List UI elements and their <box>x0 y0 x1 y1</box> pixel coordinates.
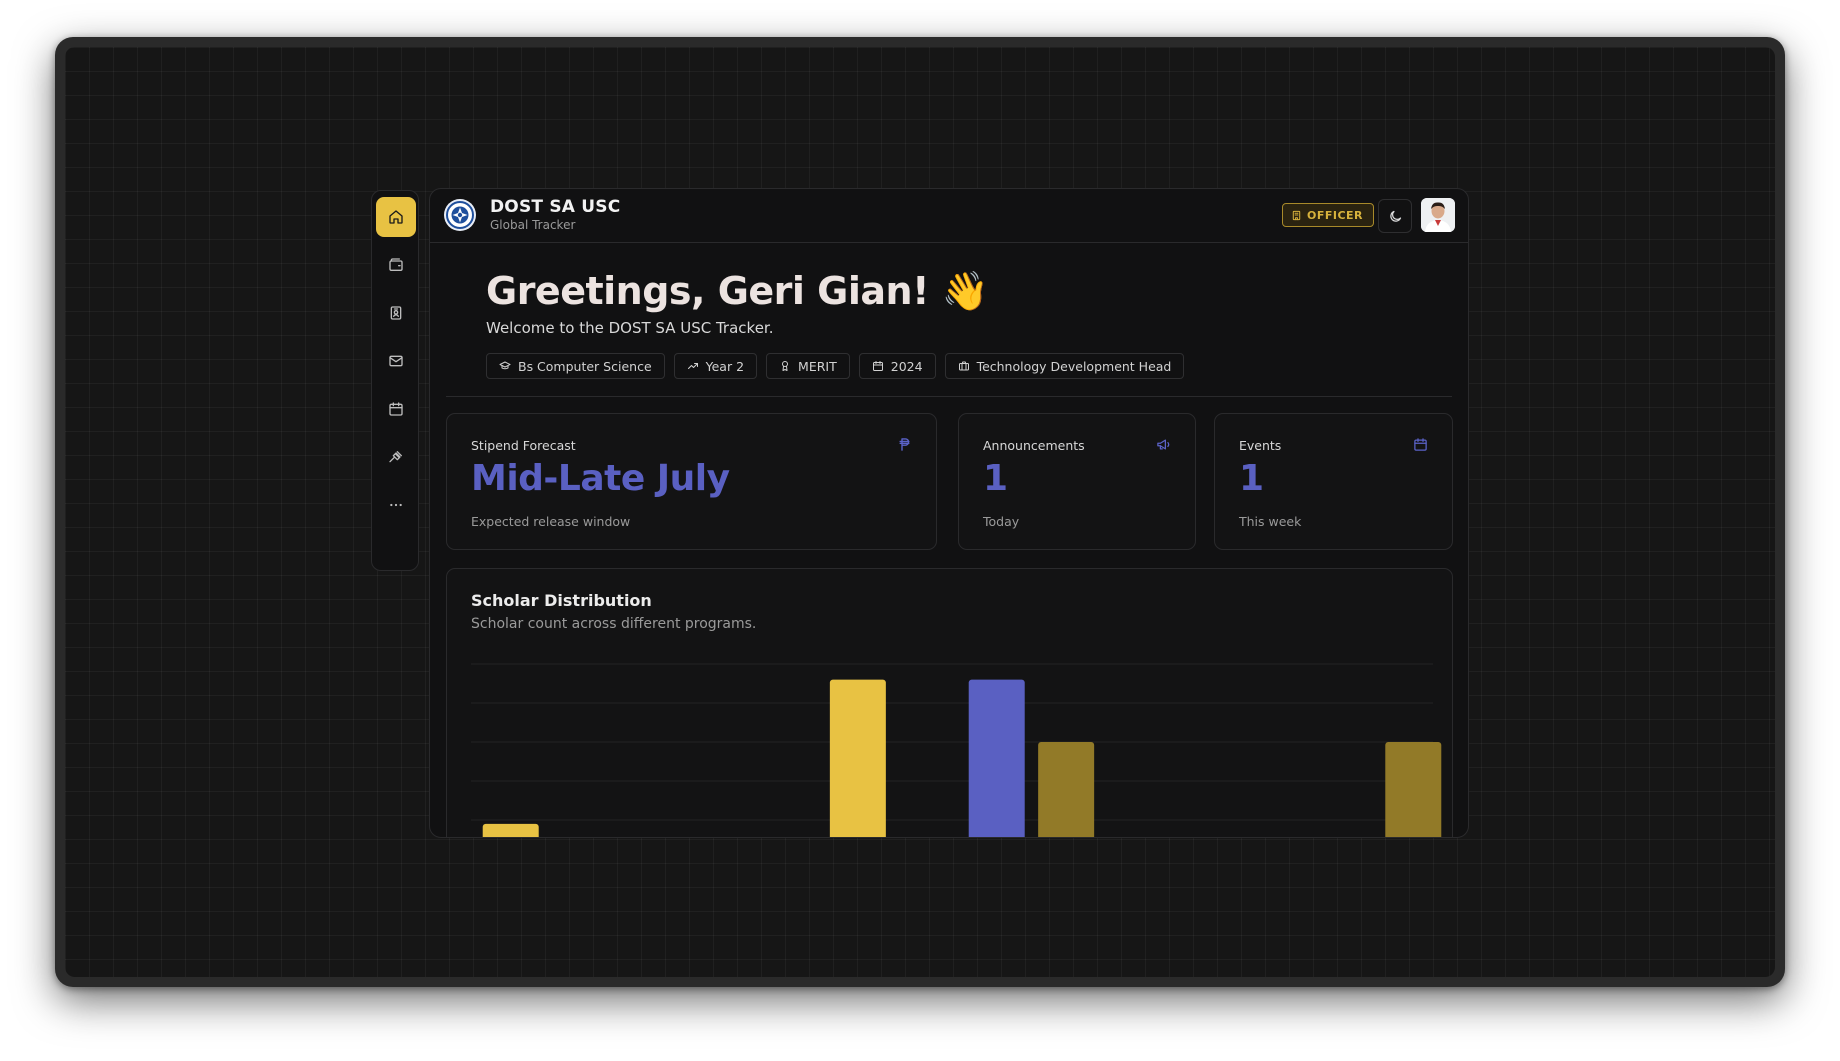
announcements-value: 1 <box>983 458 1008 499</box>
sidebar-item-mail[interactable] <box>376 341 416 381</box>
scholar-distribution-chart <box>471 663 1442 838</box>
events-subtext: This week <box>1239 514 1302 529</box>
role-badge-label: OFFICER <box>1307 208 1364 222</box>
wallet-icon <box>389 258 403 271</box>
logo-icon <box>446 201 474 229</box>
megaphone-icon <box>1156 437 1171 456</box>
chip-course: Bs Computer Science <box>486 353 665 379</box>
greeting-heading: Greetings, Geri Gian! 👋 <box>486 269 989 313</box>
gavel-icon <box>389 451 402 463</box>
scholar-distribution-card: Scholar Distribution Scholar count acros… <box>446 568 1453 838</box>
chip-position-label: Technology Development Head <box>976 358 1172 374</box>
sidebar <box>371 190 419 571</box>
more-icon <box>390 503 402 507</box>
trending-up-icon <box>687 363 698 369</box>
chart-bar-0[interactable] <box>482 823 539 838</box>
announcements-card[interactable]: Announcements 1 Today <box>958 413 1196 550</box>
chart-bar-13[interactable] <box>1385 742 1442 838</box>
announcements-label: Announcements <box>983 438 1085 453</box>
main-panel: DOST SA USC Global Tracker OFFICER Greet… <box>429 188 1469 838</box>
calendar-icon <box>389 402 403 416</box>
briefcase-icon <box>958 361 969 371</box>
announcements-subtext: Today <box>983 514 1020 529</box>
sidebar-item-calendar[interactable] <box>376 389 416 429</box>
device-frame: DOST SA USC Global Tracker OFFICER Greet… <box>55 37 1785 987</box>
events-label: Events <box>1239 438 1282 453</box>
top-bar: DOST SA USC Global Tracker OFFICER <box>430 189 1468 243</box>
avatar-image <box>1421 198 1455 232</box>
sidebar-item-more[interactable] <box>376 485 416 525</box>
section-divider <box>446 396 1452 397</box>
app-logo[interactable] <box>444 199 476 231</box>
events-card[interactable]: Events 1 This week <box>1214 413 1453 550</box>
chip-year-label: Year 2 <box>705 358 745 374</box>
app-title: DOST SA USC <box>490 197 621 217</box>
chip-batch-year-label: 2024 <box>890 358 923 374</box>
moon-icon <box>1389 210 1401 222</box>
sidebar-item-id[interactable] <box>376 293 416 333</box>
app-subtitle: Global Tracker <box>490 218 576 232</box>
welcome-text: Welcome to the DOST SA USC Tracker. <box>486 319 774 337</box>
user-avatar[interactable] <box>1421 198 1455 232</box>
stipend-value: Mid-Late July <box>471 458 730 499</box>
building-icon <box>1292 210 1301 220</box>
role-badge: OFFICER <box>1282 203 1375 227</box>
chip-course-label: Bs Computer Science <box>518 358 652 374</box>
chart-bar-7[interactable] <box>968 679 1025 838</box>
chip-year: Year 2 <box>673 353 758 379</box>
chip-scholarship: MERIT <box>766 353 850 379</box>
chip-batch-year: 2024 <box>858 353 936 379</box>
chip-scholarship-label: MERIT <box>798 358 837 374</box>
id-badge-icon <box>390 306 402 320</box>
profile-chips: Bs Computer Science Year 2 MERIT 2024 Te… <box>486 353 1185 379</box>
stipend-subtext: Expected release window <box>471 514 631 529</box>
events-value: 1 <box>1239 458 1264 499</box>
graduation-cap-icon <box>499 361 511 370</box>
sidebar-item-home[interactable] <box>376 197 416 237</box>
chip-position: Technology Development Head <box>944 353 1185 379</box>
mail-icon <box>389 355 403 367</box>
sidebar-item-tools[interactable] <box>376 437 416 477</box>
sidebar-item-wallet[interactable] <box>376 245 416 285</box>
home-icon <box>389 210 403 224</box>
theme-toggle-button[interactable] <box>1378 199 1412 233</box>
chart-bar-5[interactable] <box>829 679 886 838</box>
calendar-icon <box>1413 437 1428 456</box>
stipend-forecast-card: Stipend Forecast Mid-Late July Expected … <box>446 413 937 550</box>
app-background: DOST SA USC Global Tracker OFFICER Greet… <box>65 47 1775 977</box>
peso-icon <box>897 437 912 456</box>
award-icon <box>782 361 789 371</box>
calendar-icon <box>872 361 883 371</box>
stipend-label: Stipend Forecast <box>471 438 576 453</box>
chart-bar-8[interactable] <box>1038 742 1095 838</box>
